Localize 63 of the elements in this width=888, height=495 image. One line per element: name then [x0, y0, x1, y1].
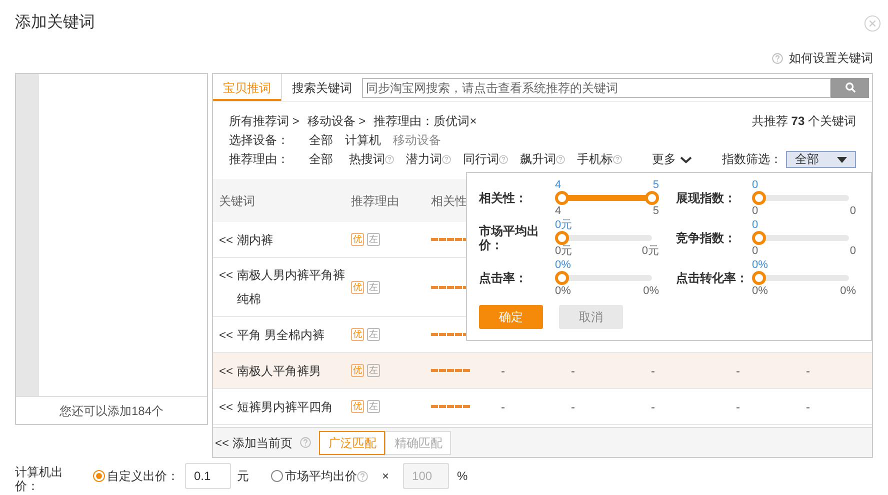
table-cell: - [571, 364, 575, 378]
keyword-text: 短裤男内裤平四角 [237, 398, 334, 416]
reason-badge: 左 [367, 233, 380, 246]
unit-text: % [457, 468, 468, 485]
filter-label: 选择设备： [229, 132, 290, 149]
column-header: 相关性 [431, 194, 467, 208]
slider-min: 0元 [555, 245, 572, 257]
slider-min: 0 [752, 245, 758, 257]
slider-label: 竞争指数： [676, 231, 737, 245]
reason-badge: 优 [351, 400, 364, 413]
column-header: 推荐理由 [351, 192, 400, 210]
slider-label: 相关性： [479, 191, 528, 205]
reason-badge: 优 [351, 233, 364, 246]
slider-max: 0% [643, 285, 659, 297]
reason-badge: 左 [367, 400, 380, 413]
slider-value: 4 [555, 179, 562, 191]
reason-badge: 左 [367, 280, 380, 294]
slider-label: 市场平均出价： [479, 224, 540, 252]
total-count: 共推荐 73 个关键词 [752, 113, 856, 130]
unit-text: 元 [237, 468, 249, 485]
reason-badge: 优 [351, 280, 364, 294]
table-cell: - [651, 364, 655, 378]
slider-value: 0 [752, 179, 758, 191]
table-cell: - [501, 400, 505, 414]
filter-label: 指数筛选： [722, 151, 782, 168]
reason-badge: 左 [367, 364, 380, 377]
slider-max: 0元 [642, 245, 659, 257]
filter-label: 推荐理由： [229, 151, 290, 168]
slider-min: 4 [555, 205, 562, 217]
dialog-title: 添加关键词 [15, 12, 95, 33]
reason-badge: 优 [351, 364, 364, 377]
multiply-sign: × [382, 468, 390, 485]
keyword-text: 平角 男全棉内裤 [237, 326, 324, 344]
bid-label: 计算机出价： [15, 465, 64, 493]
table-cell: - [736, 400, 740, 414]
slider-max: 0 [850, 245, 856, 257]
column-header: 关键词 [219, 192, 256, 210]
table-cell: - [736, 364, 740, 378]
slider-value: 5 [652, 179, 659, 191]
keyword-text: 南极人平角裤男 [237, 362, 322, 380]
reason-badge: 左 [367, 328, 380, 341]
reason-badge: 优 [351, 328, 364, 341]
slider-value: 0元 [555, 219, 572, 231]
remaining-note: 您还可以添加184个 [59, 402, 164, 420]
table-cell: - [806, 400, 810, 414]
slider-label: 点击率： [479, 271, 528, 285]
slider-value: 0% [555, 259, 571, 271]
slider-min: 0% [752, 285, 768, 297]
table-cell: - [501, 364, 505, 378]
slider-value: 0% [752, 259, 768, 271]
keyword-text: 南极人男内裤平角裤纯棉 [237, 267, 345, 308]
slider-label: 展现指数： [676, 191, 737, 205]
slider-max: 0% [840, 285, 856, 297]
slider-label: 点击转化率： [676, 271, 749, 285]
table-cell: - [571, 400, 575, 414]
table-cell: - [806, 364, 810, 378]
slider-min: 0% [555, 285, 571, 297]
slider-max: 0 [850, 205, 856, 217]
slider-value: 0 [752, 219, 758, 231]
keyword-text: 潮内裤 [237, 232, 274, 248]
table-cell: - [651, 400, 655, 414]
slider-min: 0 [752, 205, 758, 217]
slider-max: 5 [652, 205, 659, 217]
